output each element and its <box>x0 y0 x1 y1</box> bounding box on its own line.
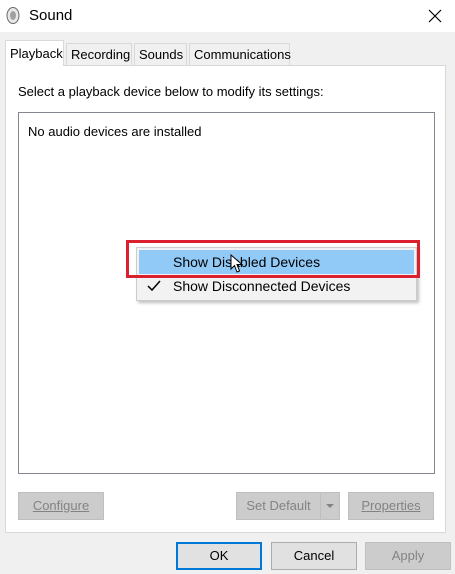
apply-button[interactable]: Apply <box>365 542 451 570</box>
ok-button[interactable]: OK <box>176 542 262 570</box>
properties-button[interactable]: Properties <box>348 492 434 520</box>
instruction-text: Select a playback device below to modify… <box>18 84 324 99</box>
title-bar: Sound <box>0 0 455 32</box>
window-title: Sound <box>29 7 73 24</box>
annotation-highlight-box <box>126 240 420 278</box>
set-default-dropdown[interactable] <box>320 492 340 520</box>
properties-label: Properties <box>361 498 421 513</box>
tab-communications[interactable]: Communications <box>189 43 291 65</box>
tab-sounds[interactable]: Sounds <box>134 43 187 65</box>
mouse-cursor-icon <box>230 254 244 273</box>
configure-button[interactable]: Configure <box>18 492 104 520</box>
chevron-down-icon <box>326 504 334 508</box>
set-default-label: Set Default <box>246 498 311 513</box>
empty-device-message: No audio devices are installed <box>28 124 202 139</box>
speaker-icon <box>6 7 20 24</box>
configure-label: Configure <box>32 498 90 513</box>
close-button[interactable] <box>415 0 455 32</box>
set-default-button[interactable]: Set Default <box>236 492 321 520</box>
close-icon <box>428 9 442 23</box>
tab-recording[interactable]: Recording <box>66 43 132 65</box>
tab-playback[interactable]: Playback <box>5 40 64 66</box>
cancel-button[interactable]: Cancel <box>271 542 357 570</box>
